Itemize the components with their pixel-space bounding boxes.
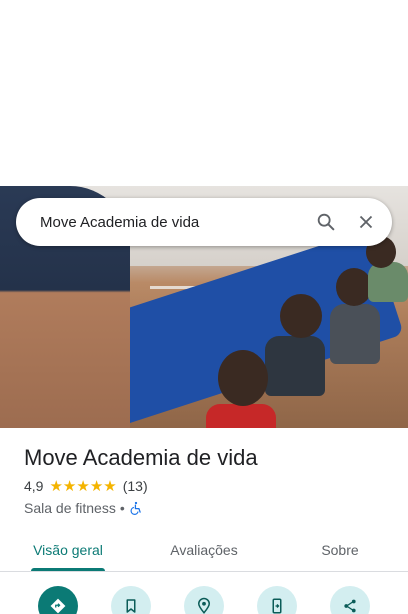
send-to-phone-icon: [272, 598, 282, 614]
tab-reviews-label: Avaliações: [170, 541, 238, 558]
star-icon: ★: [49, 477, 63, 495]
place-category: Sala de fitness: [24, 500, 116, 516]
place-info: Move Academia de vida 4,9 ★ ★ ★ ★ ★ (13)…: [24, 444, 394, 516]
directions-icon: [50, 598, 66, 614]
rating-stars: ★ ★ ★ ★ ★: [49, 479, 116, 494]
close-icon[interactable]: [346, 202, 386, 242]
review-count[interactable]: (13): [123, 478, 148, 494]
rating-value: 4,9: [24, 478, 44, 494]
search-bar[interactable]: Move Academia de vida: [16, 198, 392, 246]
tab-about[interactable]: Sobre: [272, 528, 408, 571]
photo-child-head: [336, 268, 372, 306]
save-button[interactable]: [111, 586, 151, 614]
nearby-button[interactable]: [184, 586, 224, 614]
share-button[interactable]: [330, 586, 370, 614]
photo-child: [206, 404, 276, 428]
star-icon: ★: [103, 477, 117, 495]
place-tabs: Visão geral Avaliações Sobre: [0, 528, 408, 572]
bookmark-icon: [126, 599, 136, 613]
photo-child: [330, 304, 380, 364]
star-icon: ★: [89, 477, 104, 495]
tab-overview-label: Visão geral: [33, 541, 103, 558]
separator-dot: •: [119, 500, 125, 516]
rating-row[interactable]: 4,9 ★ ★ ★ ★ ★ (13): [24, 478, 394, 494]
search-input[interactable]: Move Academia de vida: [40, 214, 306, 231]
tab-reviews[interactable]: Avaliações: [136, 528, 272, 571]
send-to-phone-button[interactable]: [257, 586, 297, 614]
photo-child-head: [280, 294, 322, 338]
active-tab-indicator: [31, 568, 105, 571]
photo-child: [265, 336, 325, 396]
action-buttons: [0, 586, 408, 614]
share-icon: [344, 599, 356, 613]
tab-about-label: Sobre: [321, 541, 359, 558]
photo-child: [368, 262, 408, 302]
wheelchair-accessible-icon: [130, 501, 141, 515]
star-icon: ★: [76, 477, 90, 495]
directions-button[interactable]: [38, 586, 78, 614]
search-icon[interactable]: [306, 202, 346, 242]
category-row: Sala de fitness •: [24, 500, 394, 516]
map-blank-area: [0, 0, 408, 186]
tab-overview[interactable]: Visão geral: [0, 528, 136, 571]
location-pin-icon: [197, 597, 211, 614]
photo-child-head: [218, 350, 268, 406]
star-icon: ★: [62, 477, 77, 495]
place-title: Move Academia de vida: [24, 445, 258, 470]
